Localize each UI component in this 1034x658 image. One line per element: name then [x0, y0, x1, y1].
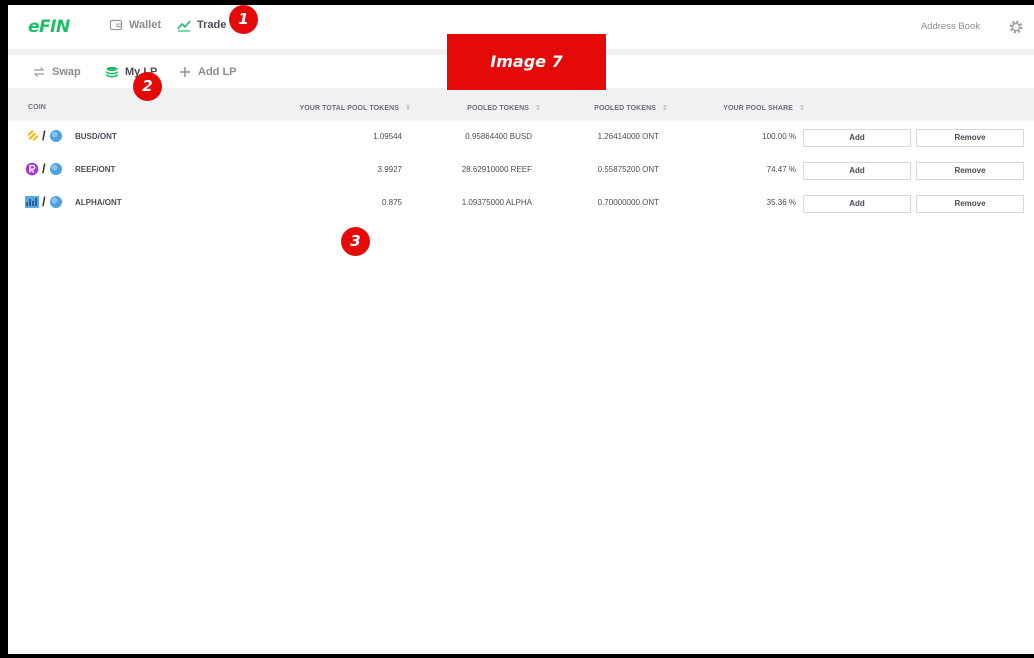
ont-icon [49, 129, 62, 142]
reef-icon [25, 162, 39, 175]
pooled-token-a: 1.09375000 ALPHA [461, 198, 532, 207]
add-liquidity-button[interactable]: Add [803, 195, 911, 213]
step-marker-1: 1 [229, 5, 258, 34]
table-row: / BUSD/ONT 1.09544 0.95864400 BUSD 1.264… [8, 121, 1034, 154]
pair-icons: / [25, 161, 63, 176]
step-marker-3: 3 [341, 227, 370, 256]
sort-icon: ⇕ [662, 105, 668, 112]
lp-table-body: / BUSD/ONT 1.09544 0.95864400 BUSD 1.264… [8, 121, 1034, 654]
remove-liquidity-button[interactable]: Remove [916, 129, 1024, 147]
ont-icon [49, 162, 62, 175]
address-book-link[interactable]: Address Book [921, 21, 980, 32]
add-liquidity-button[interactable]: Add [803, 129, 911, 147]
remove-liquidity-button[interactable]: Remove [916, 195, 1024, 213]
coin-stack-icon [105, 66, 119, 78]
pooled-token-a: 28.62910000 REEF [461, 165, 532, 174]
gear-icon[interactable] [1008, 19, 1024, 35]
nav-trade[interactable]: Trade [177, 18, 226, 32]
tab-add-lp-label: Add LP [198, 66, 237, 78]
tab-add-lp[interactable]: Add LP [178, 65, 237, 79]
pair-icons: / [25, 194, 63, 209]
tab-swap[interactable]: Swap [32, 65, 81, 79]
total-pool-tokens: 3.9927 [377, 165, 402, 174]
pair-name: REEF/ONT [75, 165, 116, 174]
alpha-icon [25, 195, 39, 208]
busd-icon [27, 129, 39, 141]
swap-arrows-icon [33, 67, 45, 77]
efin-logo[interactable]: eFIN [28, 17, 70, 37]
column-header-pooled-tokens-a[interactable]: POOLED TOKENS ⇕ [467, 104, 541, 113]
nav-trade-label: Trade [197, 19, 227, 31]
wallet-icon [109, 19, 123, 31]
pool-share: 35.36 % [766, 198, 796, 207]
sort-icon: ⇕ [535, 105, 541, 112]
column-header-coin: COIN [28, 104, 46, 111]
ont-icon [49, 195, 62, 208]
pool-share: 74.47 % [766, 165, 796, 174]
remove-liquidity-button[interactable]: Remove [916, 162, 1024, 180]
table-header: COIN YOUR TOTAL POOL TOKENS ⇕ POOLED TOK… [8, 97, 1034, 121]
pair-name: BUSD/ONT [75, 132, 117, 141]
image-label-banner: Image 7 [447, 34, 606, 90]
pooled-token-b: 0.55875200 ONT [597, 165, 659, 174]
step-marker-2: 2 [133, 72, 162, 101]
pair-name: ALPHA/ONT [75, 198, 122, 207]
add-liquidity-button[interactable]: Add [803, 162, 911, 180]
trade-chart-icon [177, 20, 191, 32]
pair-icons: / [25, 128, 63, 143]
total-pool-tokens: 1.09544 [373, 132, 402, 141]
sort-icon: ⇕ [799, 105, 805, 112]
column-header-total-pool-tokens[interactable]: YOUR TOTAL POOL TOKENS ⇕ [299, 104, 411, 113]
sort-icon: ⇕ [405, 105, 411, 112]
pooled-token-a: 0.95864400 BUSD [465, 132, 532, 141]
nav-wallet[interactable]: Wallet [109, 18, 161, 32]
column-header-pool-share[interactable]: YOUR POOL SHARE ⇕ [723, 104, 805, 113]
column-header-pooled-tokens-b[interactable]: POOLED TOKENS ⇕ [594, 104, 668, 113]
pool-share: 100.00 % [762, 132, 796, 141]
tab-swap-label: Swap [52, 66, 81, 78]
table-row: / REEF/ONT 3.9927 28.62910000 REEF 0.558… [8, 154, 1034, 187]
total-pool-tokens: 0.875 [381, 198, 402, 207]
plus-icon [180, 67, 190, 77]
app-window: eFIN Wallet Trade Address Book Swap My L… [8, 5, 1034, 654]
pooled-token-b: 0.70000000 ONT [597, 198, 659, 207]
nav-wallet-label: Wallet [129, 19, 161, 31]
table-row: / ALPHA/ONT 0.875 1.09375000 ALPHA 0.700… [8, 187, 1034, 220]
pooled-token-b: 1.26414000 ONT [597, 132, 659, 141]
